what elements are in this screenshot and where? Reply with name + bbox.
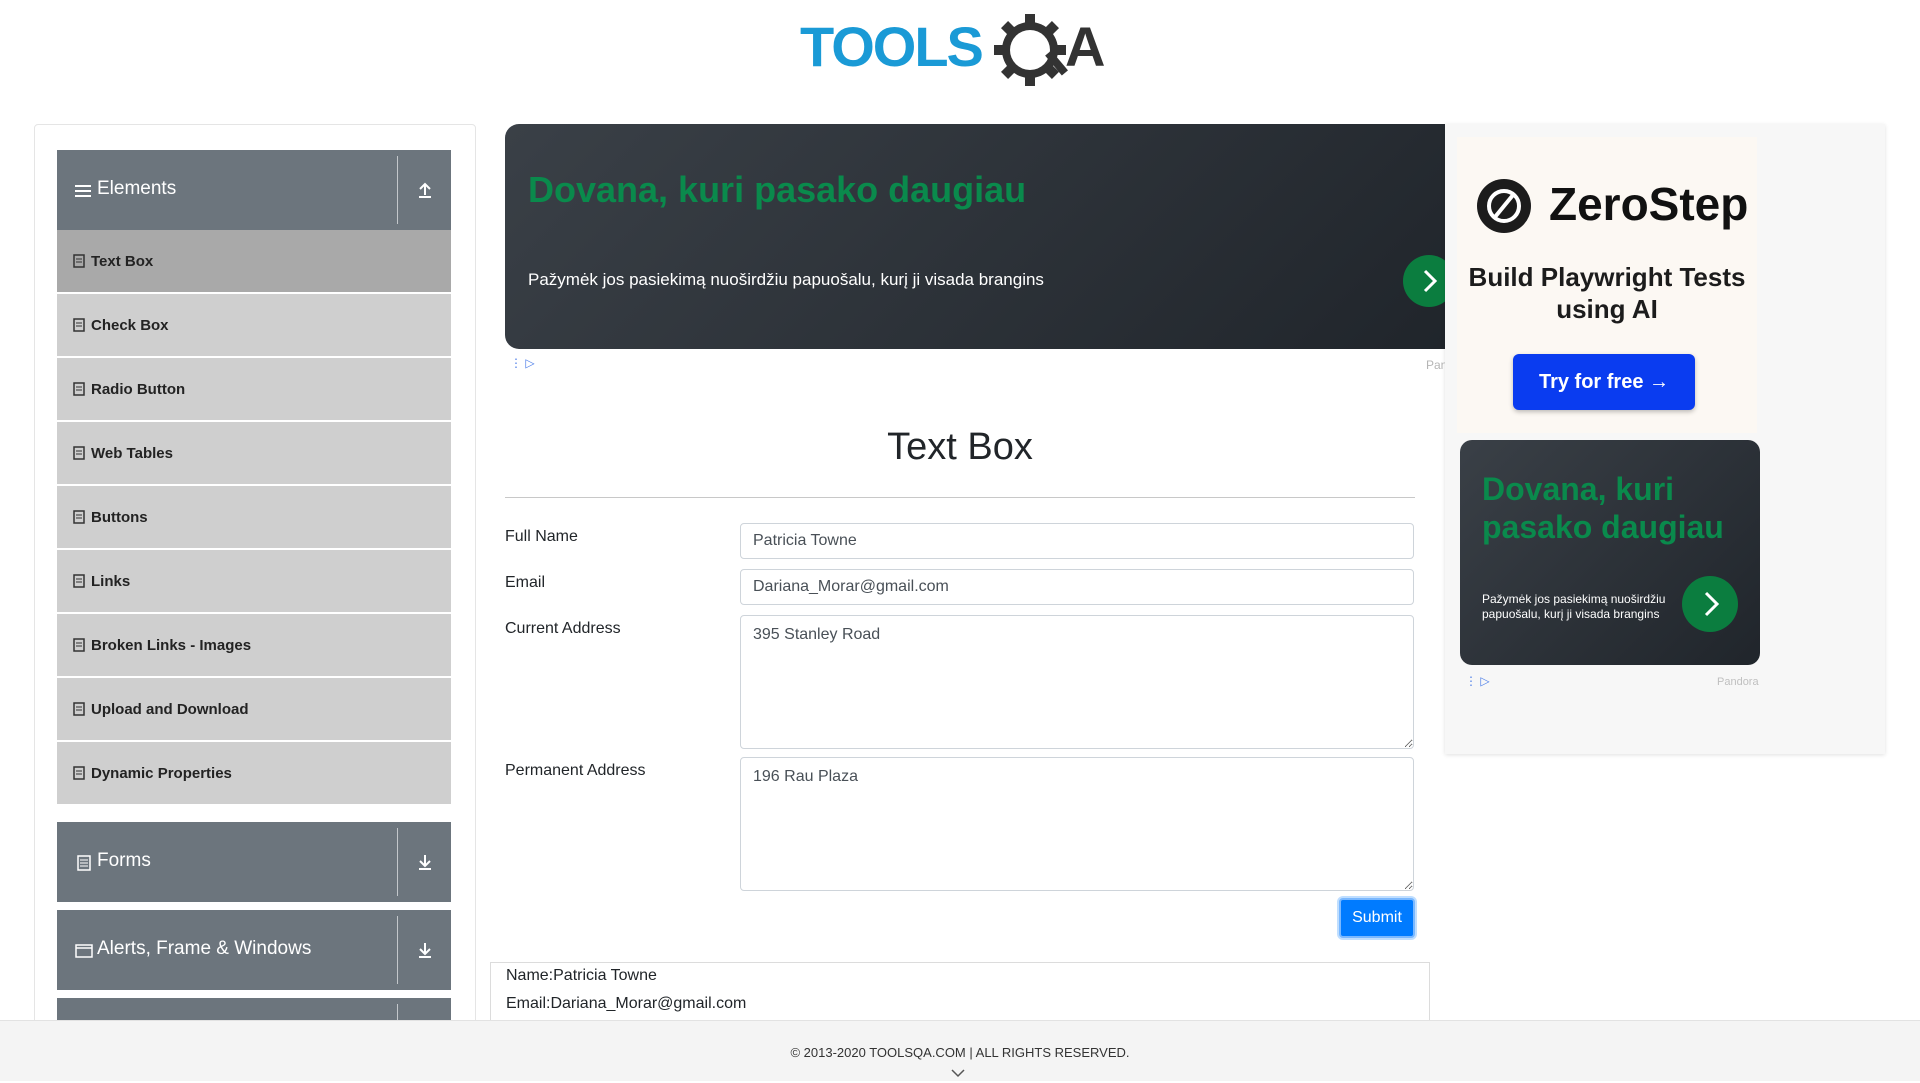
sidebar-item-label: Broken Links - Images (91, 637, 252, 654)
sidebar-item-label: Text Box (91, 253, 154, 270)
group-header-alerts-frame-windows[interactable]: Alerts, Frame & Windows (57, 910, 451, 990)
sidebar-item-label: Web Tables (91, 445, 173, 462)
expand-down-icon[interactable] (415, 940, 435, 960)
sidebar-item-web-tables[interactable]: Web Tables (57, 422, 451, 486)
list-icon (73, 446, 85, 460)
email-label: Email (505, 574, 546, 591)
zerostep-logo-icon (1477, 179, 1531, 233)
ad-text: Pažymėk jos pasiekimą nuoširdžiu papuoša… (528, 270, 1044, 289)
ad-arrow-button[interactable] (1403, 255, 1445, 307)
window-icon (75, 942, 93, 960)
page-title: Text Box (887, 426, 1033, 468)
gift-ad-headline: Dovana, kuri pasako daugiau (1482, 471, 1724, 545)
group-divider (397, 916, 398, 984)
sidebar-item-radio-button[interactable]: Radio Button (57, 358, 451, 422)
sidebar: Elements Text Box Check Box Radio Button… (34, 124, 476, 1026)
try-for-free-button[interactable]: Try for free → (1513, 354, 1695, 410)
list-icon (73, 638, 85, 652)
ad-choices-icon[interactable]: ⋮ ▷ (1465, 674, 1490, 688)
gift-ad[interactable]: Dovana, kuri pasako daugiau Pažymėk jos … (1460, 440, 1760, 665)
zerostep-brand: ZeroStep (1549, 178, 1749, 230)
toolsqa-logo[interactable]: TOOLS A (800, 14, 1130, 94)
ad-banner-top[interactable]: Dovana, kuri pasako daugiau Pažymėk jos … (505, 124, 1445, 349)
output-email: Email:Dariana_Morar@gmail.com (506, 995, 747, 1012)
sidebar-item-upload-download[interactable]: Upload and Download (57, 678, 451, 742)
svg-text:A: A (1065, 15, 1105, 78)
current-address-textarea[interactable]: 395 Stanley Road (740, 615, 1414, 749)
gift-ad-text: Pažymėk jos pasiekimą nuoširdžiu papuoša… (1482, 592, 1666, 621)
sidebar-item-label: Dynamic Properties (91, 765, 232, 782)
gift-ad-arrow-button[interactable] (1682, 576, 1738, 632)
chevron-down-icon[interactable] (950, 1065, 966, 1078)
email-input[interactable] (740, 569, 1414, 605)
list-icon (73, 702, 85, 716)
ad-source: Pandora (1717, 676, 1759, 688)
full-name-input[interactable] (740, 523, 1414, 559)
list-icon (73, 254, 85, 268)
sidebar-item-text-box[interactable]: Text Box (57, 230, 451, 294)
group-title: Forms (97, 850, 151, 871)
ad-headline: Dovana, kuri pasako daugiau (528, 169, 1027, 210)
permanent-address-textarea[interactable]: 196 Rau Plaza (740, 757, 1414, 891)
sidebar-item-broken-links[interactable]: Broken Links - Images (57, 614, 451, 678)
expand-down-icon[interactable] (415, 852, 435, 872)
sidebar-item-label: Radio Button (91, 381, 186, 398)
zerostep-tagline: Build Playwright Tests using AI (1468, 262, 1746, 324)
sidebar-item-label: Links (91, 573, 131, 590)
sidebar-item-dynamic-properties[interactable]: Dynamic Properties (57, 742, 451, 806)
output-name: Name:Patricia Towne (506, 967, 657, 984)
group-header-elements[interactable]: Elements (57, 150, 451, 230)
submit-button[interactable]: Submit (1339, 898, 1415, 938)
sidebar-item-label: Upload and Download (91, 701, 249, 718)
ad-choices-icon[interactable]: ⋮ ▷ (510, 356, 535, 370)
current-address-label: Current Address (505, 620, 621, 637)
document-icon (75, 854, 93, 872)
footer: © 2013-2020 TOOLSQA.COM | ALL RIGHTS RES… (0, 1020, 1920, 1081)
group-title: Alerts, Frame & Windows (97, 938, 312, 959)
group-divider (397, 828, 398, 896)
zerostep-ad[interactable]: ZeroStep Build Playwright Tests using AI… (1457, 137, 1757, 433)
sidebar-item-links[interactable]: Links (57, 550, 451, 614)
group-divider (397, 156, 398, 224)
footer-copyright: © 2013-2020 TOOLSQA.COM | ALL RIGHTS RES… (790, 1045, 1130, 1060)
menu-icon (75, 182, 93, 200)
list-icon (73, 382, 85, 396)
full-name-label: Full Name (505, 528, 578, 545)
title-divider (505, 497, 1415, 498)
ad-sidebar-right[interactable]: ZeroStep Build Playwright Tests using AI… (1445, 124, 1885, 754)
sidebar-item-buttons[interactable]: Buttons (57, 486, 451, 550)
sidebar-item-label: Buttons (91, 509, 148, 526)
list-icon (73, 510, 85, 524)
collapse-up-icon[interactable] (415, 180, 435, 200)
permanent-address-label: Permanent Address (505, 762, 646, 779)
site-header: TOOLS A (0, 0, 1920, 110)
svg-text:TOOLS: TOOLS (800, 15, 983, 78)
list-icon (73, 318, 85, 332)
list-icon (73, 574, 85, 588)
sidebar-item-label: Check Box (91, 317, 169, 334)
list-icon (73, 766, 85, 780)
sidebar-item-check-box[interactable]: Check Box (57, 294, 451, 358)
group-header-forms[interactable]: Forms (57, 822, 451, 902)
group-title: Elements (97, 178, 177, 199)
